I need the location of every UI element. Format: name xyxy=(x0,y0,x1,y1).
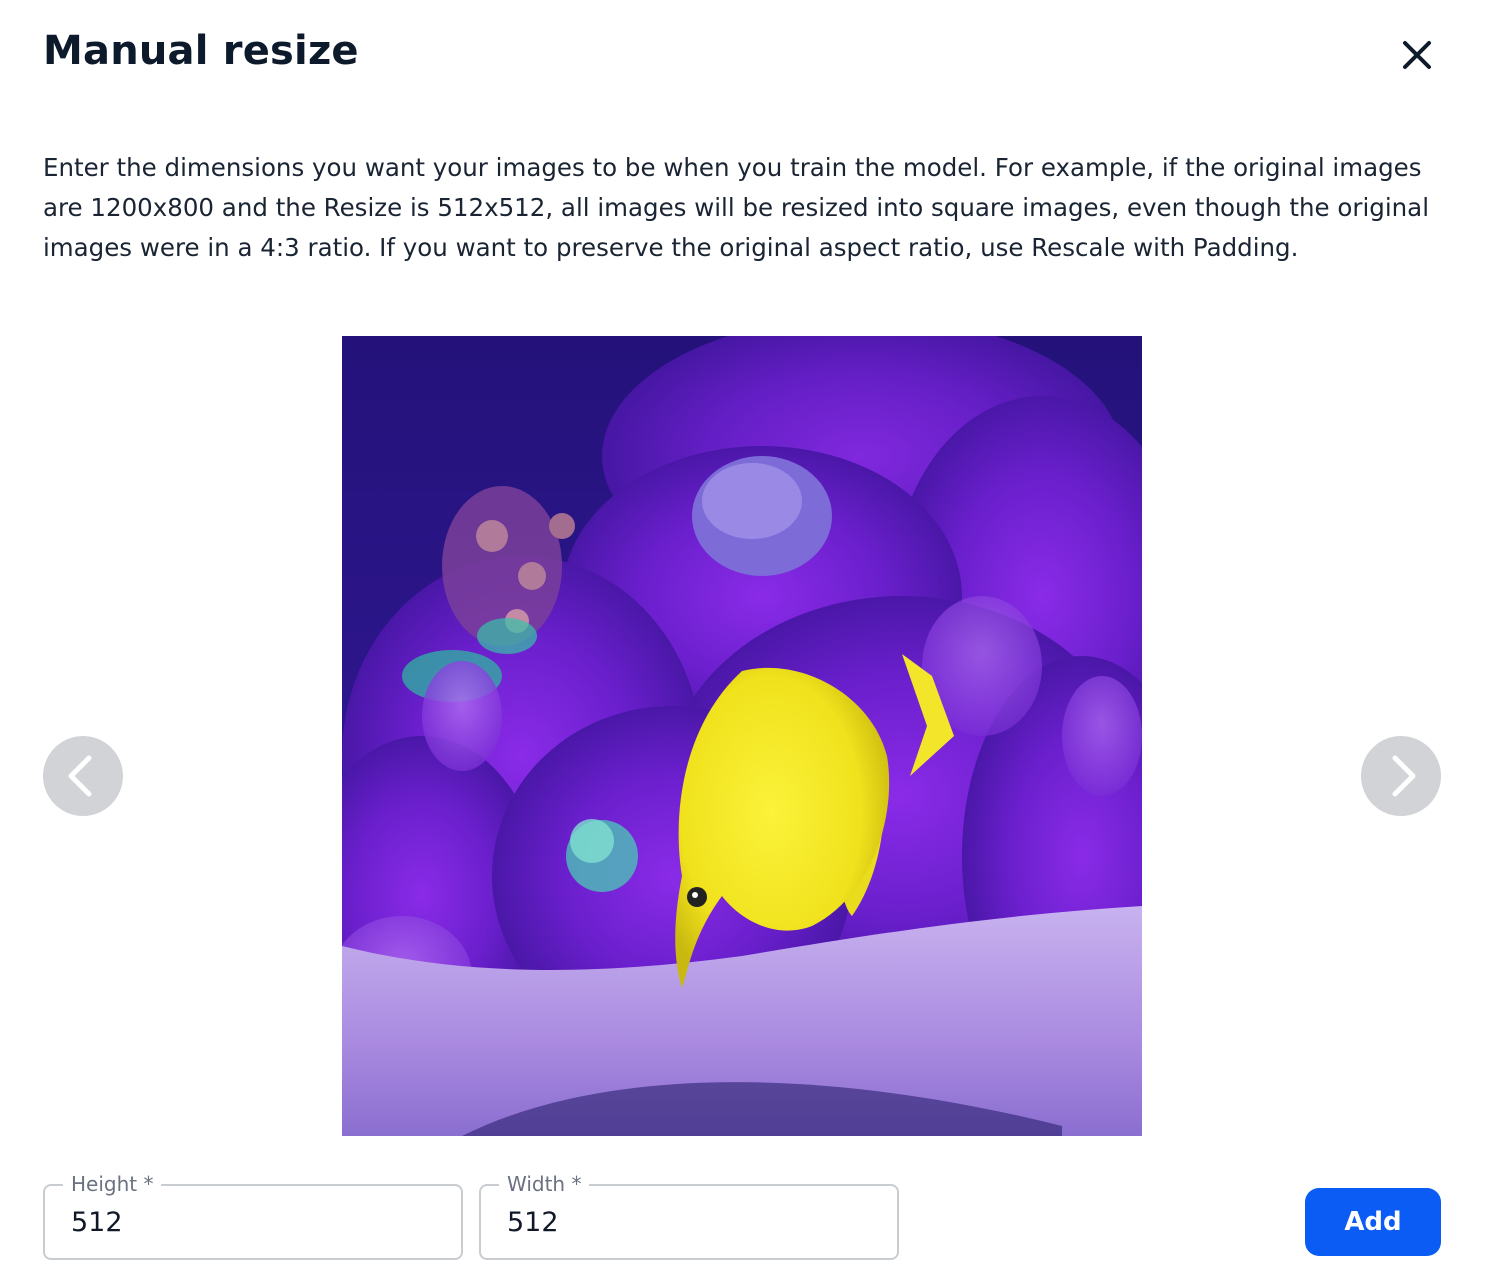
chevron-right-icon xyxy=(1392,755,1416,797)
width-input[interactable] xyxy=(507,1202,867,1242)
height-input[interactable] xyxy=(71,1202,431,1242)
close-icon xyxy=(1403,41,1431,69)
width-label: Width * xyxy=(499,1171,590,1197)
dialog-title: Manual resize xyxy=(43,28,359,74)
dialog-description: Enter the dimensions you want your image… xyxy=(43,153,1429,262)
preview-image xyxy=(342,336,1142,1136)
close-button[interactable] xyxy=(1393,31,1441,79)
add-button[interactable]: Add xyxy=(1305,1188,1441,1256)
height-label: Height * xyxy=(63,1171,162,1197)
height-field: Height * xyxy=(43,1171,463,1260)
width-field: Width * xyxy=(479,1171,899,1260)
chevron-left-icon xyxy=(68,755,92,797)
fish-photo xyxy=(342,336,1142,1136)
previous-image-button[interactable] xyxy=(43,736,123,816)
next-image-button[interactable] xyxy=(1361,736,1441,816)
